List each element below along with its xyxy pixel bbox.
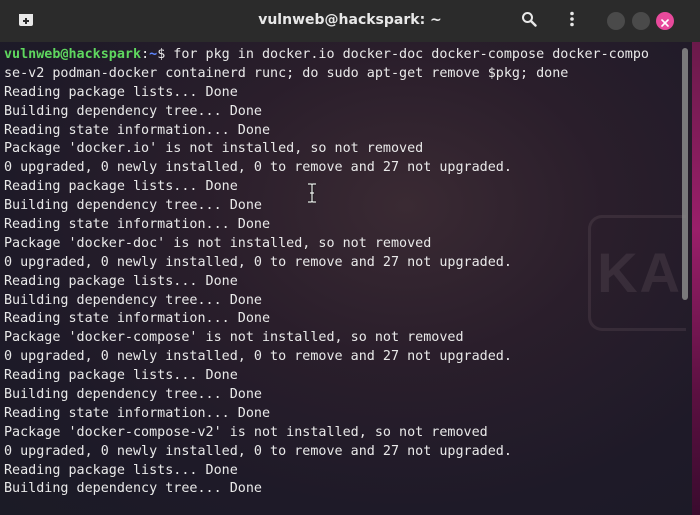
- scrollbar-thumb[interactable]: [682, 48, 688, 300]
- output-line: Reading package lists... Done: [4, 179, 238, 195]
- output-line: 0 upgraded, 0 newly installed, 0 to remo…: [4, 349, 512, 365]
- prompt-user-host: vulnweb@hackspark: [4, 47, 142, 62]
- output-line: Reading package lists... Done: [4, 273, 238, 289]
- output-line: Package 'docker-doc' is not installed, s…: [4, 235, 432, 251]
- close-button[interactable]: [656, 12, 674, 30]
- output-line: Building dependency tree... Done: [4, 292, 262, 308]
- output-line: Building dependency tree... Done: [4, 481, 262, 497]
- output-line: 0 upgraded, 0 newly installed, 0 to remo…: [4, 160, 512, 176]
- output-line: Reading package lists... Done: [4, 368, 238, 384]
- output-line: Package 'docker.io' is not installed, so…: [4, 141, 424, 157]
- output-line: Reading state information... Done: [4, 217, 271, 233]
- terminal-window: vulnweb@hackspark: ~ KA vulnweb@hackspar…: [0, 0, 700, 515]
- new-tab-button[interactable]: [8, 7, 44, 35]
- output-line: 0 upgraded, 0 newly installed, 0 to remo…: [4, 254, 512, 270]
- titlebar: vulnweb@hackspark: ~: [0, 0, 700, 42]
- output-line: Building dependency tree... Done: [4, 103, 262, 119]
- kebab-menu-icon: [569, 11, 575, 31]
- output-line: Reading state information... Done: [4, 311, 271, 327]
- output-line: Reading state information... Done: [4, 122, 271, 138]
- text-cursor-icon: [306, 182, 318, 204]
- window-title: vulnweb@hackspark: ~: [258, 12, 442, 28]
- output-line: Building dependency tree... Done: [4, 198, 262, 214]
- output-line: Reading package lists... Done: [4, 462, 238, 478]
- search-icon: [521, 11, 537, 31]
- command-text: for pkg in docker.io docker-doc docker-c…: [165, 47, 649, 62]
- desktop-wallpaper-edge: [692, 40, 700, 515]
- new-tab-icon: [18, 12, 34, 31]
- output-line: Reading package lists... Done: [4, 84, 238, 100]
- output-line: Package 'docker-compose' is not installe…: [4, 330, 464, 346]
- output-line: 0 upgraded, 0 newly installed, 0 to remo…: [4, 443, 512, 459]
- maximize-button[interactable]: [632, 12, 650, 30]
- output-line: Reading state information... Done: [4, 405, 271, 421]
- command-line: vulnweb@hackspark:~$ for pkg in docker.i…: [4, 46, 688, 65]
- output-lines: Reading package lists... Done Building de…: [4, 84, 688, 500]
- prompt-separator: :: [141, 47, 150, 62]
- minimize-button[interactable]: [607, 12, 625, 30]
- close-icon: [661, 12, 669, 31]
- command-continuation: se-v2 podman-docker containerd runc; do …: [4, 65, 569, 81]
- terminal-output[interactable]: vulnweb@hackspark:~$ for pkg in docker.i…: [0, 42, 692, 515]
- menu-button[interactable]: [555, 7, 589, 35]
- search-button[interactable]: [512, 7, 546, 35]
- prompt-path: ~: [149, 47, 158, 62]
- output-line: Building dependency tree... Done: [4, 387, 262, 403]
- output-line: Package 'docker-compose-v2' is not insta…: [4, 424, 488, 440]
